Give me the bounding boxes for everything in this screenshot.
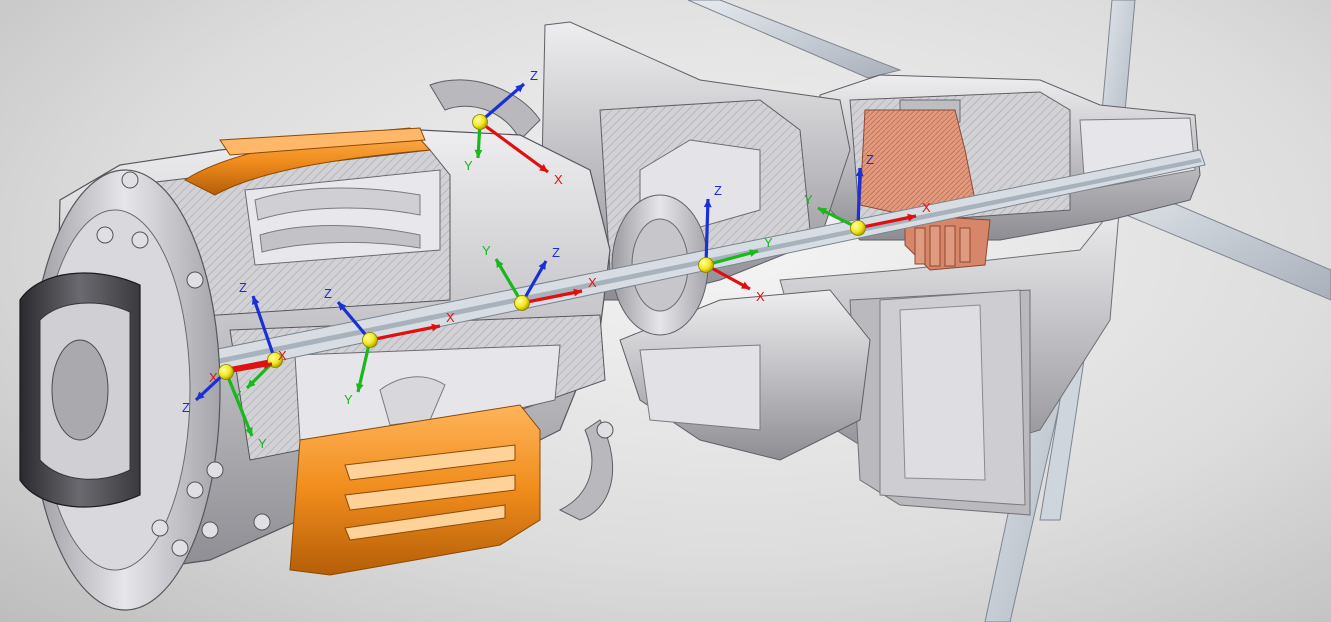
frame-origin-handle[interactable]	[850, 220, 866, 236]
z-axis-label: Z	[239, 280, 247, 295]
frame-origin-handle[interactable]	[472, 114, 488, 130]
frame-origin-handle[interactable]	[218, 364, 234, 380]
y-axis-label: Y	[464, 158, 473, 173]
cad-viewport[interactable]: XYZXYZXYZXYZXYZXYZXYZ	[0, 0, 1331, 622]
z-axis-label: Z	[866, 152, 874, 167]
x-axis-label: X	[446, 310, 455, 325]
turbine-section-view[interactable]: XYZXY ZXYZXYZXYZXYZXYZ	[0, 0, 1331, 622]
y-axis-label: Y	[258, 436, 267, 451]
x-axis-label: X	[588, 275, 597, 290]
frame-origin-handle[interactable]	[698, 257, 714, 273]
y-axis-label: Y	[804, 192, 813, 207]
frame-origin-handle[interactable]	[514, 295, 530, 311]
z-axis-label: Z	[530, 68, 538, 83]
x-axis-label: X	[922, 200, 931, 215]
x-axis-label: X	[554, 172, 563, 187]
y-axis-label: Y	[482, 243, 491, 258]
x-axis-label: X	[756, 289, 765, 304]
y-axis-label: Y	[764, 235, 773, 250]
y-axis-label: Y	[344, 392, 353, 407]
z-axis-label: Z	[182, 400, 190, 415]
z-axis-label: Z	[714, 183, 722, 198]
frame-origin-handle[interactable]	[362, 332, 378, 348]
z-axis-label: Z	[552, 245, 560, 260]
z-axis-label: Z	[324, 286, 332, 301]
x-axis-label: X	[278, 348, 287, 363]
